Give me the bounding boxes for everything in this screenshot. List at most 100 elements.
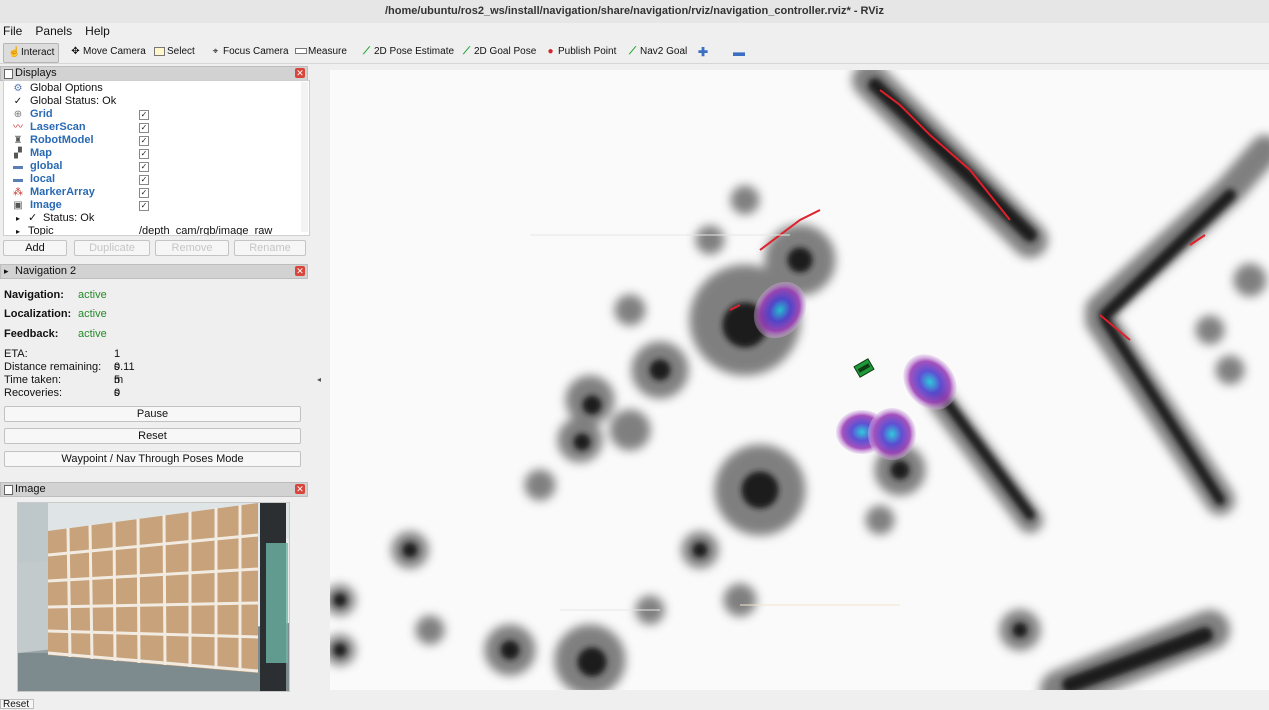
red-pin-icon: ● (547, 46, 554, 57)
display-item-markerarray[interactable]: ⁂ MarkerArray ✓ (4, 186, 304, 199)
splitter-handle-icon[interactable]: ◂ (317, 375, 321, 384)
robotmodel-checkbox[interactable]: ✓ (139, 136, 149, 146)
tree-scrollbar[interactable] (301, 82, 308, 232)
tool-move-camera-label: Move Camera (83, 46, 146, 57)
expand-arrow-icon[interactable]: ▸ (16, 212, 20, 225)
map-icon: ▞ (14, 148, 22, 159)
laserscan-icon: 〰 (13, 122, 23, 133)
nav-status-feedback: Feedback: active (4, 327, 107, 341)
waypoint-mode-button[interactable]: Waypoint / Nav Through Poses Mode (4, 451, 301, 467)
topic-value[interactable]: /depth_cam/rgb/image_raw (139, 225, 272, 235)
tool-focus-camera-label: Focus Camera (223, 46, 289, 57)
display-label: Grid (30, 108, 53, 120)
display-subitem-topic[interactable]: ▸ Topic /depth_cam/rgb/image_raw (4, 225, 304, 235)
displays-tree[interactable]: ⚙ Global Options ✓ Global Status: Ok ⊕ G… (3, 80, 310, 236)
tool-2d-goal-pose[interactable]: ⟋ 2D Goal Pose (461, 43, 536, 61)
nav-info-distance: Distance remaining: 0.11 m (4, 361, 135, 386)
tool-measure[interactable]: Measure (295, 43, 347, 61)
grid-icon: ⊕ (13, 109, 23, 120)
tool-measure-label: Measure (308, 46, 347, 57)
expand-arrow-icon[interactable]: ▸ (16, 225, 20, 235)
ruler-icon (295, 43, 307, 61)
display-item-laserscan[interactable]: 〰 LaserScan ✓ (4, 121, 304, 134)
map-checkbox[interactable]: ✓ (139, 149, 149, 159)
displays-panel-title: Displays (15, 67, 57, 79)
tool-publish-point[interactable]: ● Publish Point (545, 43, 616, 61)
display-label: Global Options (30, 82, 103, 94)
tool-publish-point-label: Publish Point (558, 46, 617, 57)
check-icon: ✓ (13, 96, 23, 107)
camera-image-view (17, 502, 290, 692)
add-button[interactable]: Add (3, 240, 67, 256)
display-item-local[interactable]: ▬ local ✓ (4, 173, 304, 186)
tool-interact-label: Interact (21, 47, 55, 58)
display-item-image[interactable]: ▣ Image ✓ (4, 199, 304, 212)
display-item-global[interactable]: ▬ global ✓ (4, 160, 304, 173)
local-checkbox[interactable]: ✓ (139, 175, 149, 185)
tool-nav2-goal[interactable]: ⟋ Nav2 Goal (627, 43, 687, 61)
green-arrow-icon: ⟋ (363, 46, 370, 57)
folder-icon: ▬ (13, 161, 23, 172)
displays-panel-header[interactable]: Displays ✕ (0, 66, 308, 81)
tool-select[interactable]: Select (154, 43, 195, 61)
minus-icon[interactable]: ▬ (733, 43, 745, 61)
green-arrow-icon: ⟋ (463, 46, 470, 57)
pause-button[interactable]: Pause (4, 406, 301, 422)
reset-nav-button[interactable]: Reset (4, 428, 301, 444)
check-icon: ✓ (28, 212, 38, 224)
display-label: Global Status: Ok (30, 95, 117, 107)
laserscan-checkbox[interactable]: ✓ (139, 123, 149, 133)
menu-panels[interactable]: Panels (30, 23, 77, 40)
tool-focus-camera[interactable]: ⌖ Focus Camera (210, 43, 289, 61)
move-camera-icon: ✥ (71, 46, 80, 57)
duplicate-button[interactable]: Duplicate (74, 240, 150, 256)
image-icon: ▣ (13, 200, 23, 211)
nav-info-key: Time taken: (4, 374, 62, 386)
close-icon[interactable]: ✕ (295, 68, 305, 78)
occupancy-map[interactable] (330, 70, 1269, 690)
tool-select-label: Select (167, 46, 195, 57)
map-3d-view[interactable] (330, 70, 1269, 690)
collapse-arrow-icon[interactable]: ▸ (4, 265, 9, 278)
remove-button[interactable]: Remove (155, 240, 229, 256)
folder-icon: ▬ (13, 174, 23, 185)
nav-info-eta: ETA: 1 s (4, 348, 120, 373)
tool-2d-pose-estimate[interactable]: ⟋ 2D Pose Estimate (361, 43, 454, 61)
nav-status-key: Navigation: (4, 289, 64, 301)
close-icon[interactable]: ✕ (295, 266, 305, 276)
image-panel-header[interactable]: Image ✕ (0, 482, 308, 497)
nav-status-key: Localization: (4, 308, 72, 320)
panel-icon (4, 485, 13, 495)
nav-info-time: Time taken: 5 s (4, 374, 120, 399)
rename-button[interactable]: Rename (234, 240, 306, 256)
menu-file[interactable]: File (0, 23, 27, 40)
display-subitem-status[interactable]: ▸ ✓ Status: Ok (4, 212, 304, 225)
display-item-grid[interactable]: ⊕ Grid ✓ (4, 108, 304, 121)
nav-status-value: active (78, 289, 107, 301)
image-checkbox[interactable]: ✓ (139, 201, 149, 211)
select-box-icon (154, 43, 165, 61)
navigation-panel-title: Navigation 2 (15, 265, 77, 277)
nav-status-value: active (78, 328, 107, 340)
menu-help[interactable]: Help (80, 23, 115, 40)
global-checkbox[interactable]: ✓ (139, 162, 149, 172)
panel-icon (4, 69, 13, 79)
display-label: global (30, 160, 63, 172)
image-panel-title: Image (15, 483, 46, 495)
tool-move-camera[interactable]: ✥ Move Camera (70, 43, 146, 61)
close-icon[interactable]: ✕ (295, 484, 305, 494)
reset-button[interactable]: Reset (0, 699, 34, 710)
navigation-panel-header[interactable]: ▸ Navigation 2 ✕ (0, 264, 308, 279)
tool-interact[interactable]: ☝Interact (3, 43, 60, 63)
markerarray-checkbox[interactable]: ✓ (139, 188, 149, 198)
display-label: local (30, 173, 56, 185)
display-item-robotmodel[interactable]: ♜ RobotModel ✓ (4, 134, 304, 147)
display-item-map[interactable]: ▞ Map ✓ (4, 147, 304, 160)
tool-2d-goal-pose-label: 2D Goal Pose (474, 46, 537, 57)
grid-checkbox[interactable]: ✓ (139, 110, 149, 120)
nav-info-recoveries: Recoveries: 0 (4, 387, 120, 400)
focus-crosshair-icon: ⌖ (212, 46, 219, 57)
plus-icon[interactable]: ✚ (698, 43, 708, 61)
gear-icon: ⚙ (13, 83, 23, 94)
nav-info-key: ETA: (4, 348, 28, 360)
